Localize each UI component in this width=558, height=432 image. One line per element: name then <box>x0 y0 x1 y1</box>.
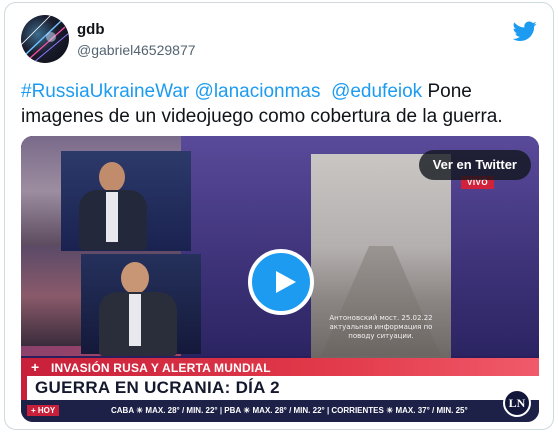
lower-third-top-label: INVASIÓN RUSA Y ALERTA MUNDIAL <box>51 361 271 375</box>
lower-third-headline: GUERRA EN UCRANIA: DÍA 2 <box>35 378 280 397</box>
inset-video-caption: Антоновский мост. 25.02.22 актуальная ин… <box>329 314 433 340</box>
tweet-card: gdb @gabriel46529877 #RussiaUkraineWar @… <box>4 2 554 430</box>
mention-link-lanacionmas[interactable]: @lanacionmas <box>195 81 321 102</box>
display-name[interactable]: gdb <box>77 21 105 38</box>
ticker-text: CABA ☀ MAX. 28° / MIN. 22° | PBA ☀ MAX. … <box>111 406 468 415</box>
video-media[interactable]: Антоновский мост. 25.02.22 актуальная ин… <box>21 136 539 422</box>
anchor-person-top <box>73 160 153 250</box>
lower-third-top: + INVASIÓN RUSA Y ALERTA MUNDIAL <box>21 358 539 376</box>
avatar[interactable] <box>21 15 69 63</box>
twitter-bird-icon[interactable] <box>513 19 537 43</box>
channel-logo: LN <box>503 389 531 417</box>
ticker-label: + HOY <box>27 405 60 416</box>
play-button[interactable] <box>248 249 314 315</box>
play-icon <box>276 271 296 293</box>
plus-icon: + <box>31 359 40 375</box>
hashtag-link[interactable]: #RussiaUkraineWar <box>21 81 189 102</box>
mention-link-edufeiok[interactable]: @edufeiok <box>331 81 422 102</box>
tweet-text: #RussiaUkraineWar @lanacionmas @edufeiok… <box>21 79 541 129</box>
weather-ticker: + HOY CABA ☀ MAX. 28° / MIN. 22° | PBA ☀… <box>21 400 539 422</box>
avatar-icon <box>21 15 69 63</box>
anchor-person-bottom <box>93 260 183 356</box>
lower-third-accent-bar <box>21 376 27 400</box>
lower-third-main: GUERRA EN UCRANIA: DÍA 2 <box>21 376 539 400</box>
user-handle[interactable]: @gabriel46529877 <box>77 42 196 58</box>
view-on-twitter-button[interactable]: Ver en Twitter <box>418 150 531 180</box>
